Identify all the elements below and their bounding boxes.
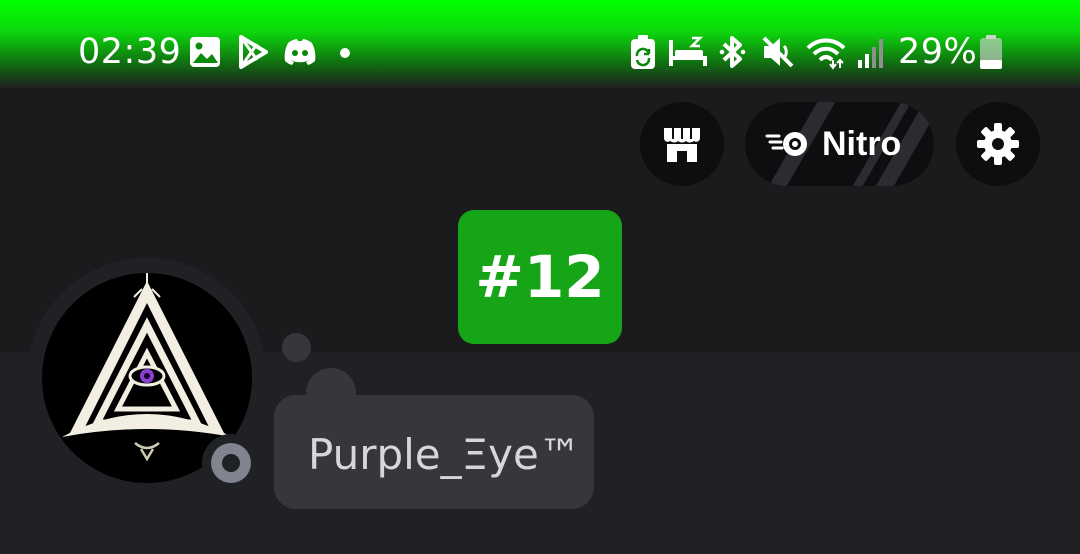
status-bar: 02:39 29% <box>0 0 1080 88</box>
sleep-mode-icon <box>669 36 707 66</box>
wifi-icon <box>806 38 846 70</box>
nitro-icon <box>765 132 807 156</box>
custom-status-text: Purple_Ξye™ <box>308 430 581 479</box>
discord-icon <box>284 39 316 65</box>
thought-bubble-dot-small <box>282 333 311 362</box>
bluetooth-icon <box>719 36 746 68</box>
play-store-icon <box>239 35 268 69</box>
shop-icon <box>664 128 700 162</box>
mute-icon <box>762 36 794 68</box>
gallery-icon <box>190 37 220 67</box>
gear-icon <box>977 123 1019 165</box>
nitro-label: Nitro <box>822 125 902 163</box>
battery-icon <box>980 35 1002 69</box>
settings-button[interactable] <box>956 102 1040 186</box>
battery-saver-icon <box>631 35 655 69</box>
battery-percent: 29% <box>898 32 978 72</box>
notification-dot-icon <box>340 48 350 58</box>
signal-icon <box>858 39 883 68</box>
shop-button[interactable] <box>640 102 724 186</box>
nitro-button[interactable]: Nitro <box>745 102 934 186</box>
clock: 02:39 <box>78 32 182 72</box>
offline-status-hole <box>222 454 240 472</box>
rank-badge[interactable]: #12 <box>458 210 622 344</box>
